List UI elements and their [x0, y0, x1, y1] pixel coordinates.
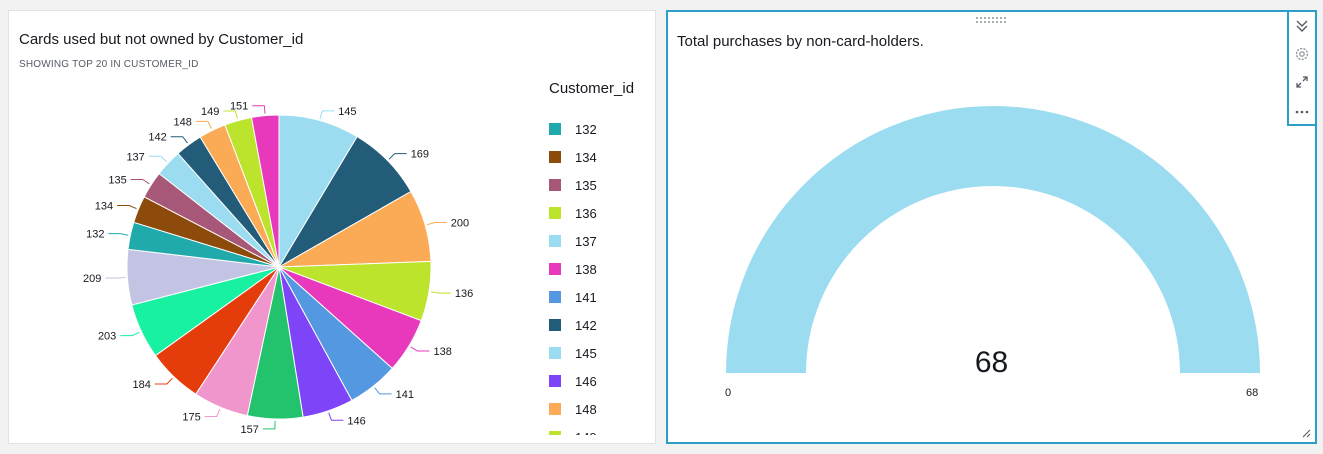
leader-line-132 — [108, 233, 129, 236]
legend-item-145[interactable]: 145 — [549, 339, 649, 367]
settings-button[interactable] — [1289, 40, 1315, 68]
legend-item-138[interactable]: 138 — [549, 255, 649, 283]
legend-item-137[interactable]: 137 — [549, 227, 649, 255]
legend-swatch — [549, 375, 561, 387]
legend-label: 138 — [575, 261, 597, 277]
gauge-min-label: 0 — [725, 387, 732, 399]
leader-line-209 — [105, 277, 126, 279]
legend-swatch — [549, 403, 561, 415]
leader-line-157 — [262, 420, 276, 430]
legend-swatch — [549, 235, 561, 247]
legend-swatch — [549, 179, 561, 191]
slice-label-141: 141 — [396, 389, 414, 401]
leader-line-151 — [252, 105, 266, 114]
legend-swatch — [549, 291, 561, 303]
legend-item-134[interactable]: 134 — [549, 143, 649, 171]
slice-label-151: 151 — [230, 101, 248, 113]
slice-label-135: 135 — [108, 175, 126, 187]
legend-item-136[interactable]: 136 — [549, 199, 649, 227]
legend[interactable]: 132 134 135 136 137 138 141 142 145 146 148 149 — [549, 115, 649, 435]
slice-label-138: 138 — [434, 346, 452, 358]
expand-icon — [1296, 76, 1308, 88]
pie-chart-panel[interactable]: Cards used but not owned by Customer_id … — [8, 10, 656, 444]
legend-label: 135 — [575, 177, 597, 193]
leader-line-141 — [374, 387, 392, 395]
slice-label-169: 169 — [411, 149, 429, 161]
slice-label-184: 184 — [133, 379, 151, 391]
collapse-button[interactable] — [1289, 12, 1315, 40]
legend-label: 142 — [575, 317, 597, 333]
leader-line-135 — [130, 179, 150, 185]
gear-icon — [1295, 47, 1309, 61]
legend-item-132[interactable]: 132 — [549, 115, 649, 143]
legend-item-141[interactable]: 141 — [549, 283, 649, 311]
legend-label: 145 — [575, 345, 597, 361]
gauge-panel[interactable]: Total purchases by non-card-holders. 68 … — [666, 10, 1317, 444]
leader-line-184 — [154, 377, 173, 385]
slice-label-142: 142 — [148, 132, 166, 144]
legend-item-146[interactable]: 146 — [549, 367, 649, 395]
slice-label-203: 203 — [98, 331, 116, 343]
legend-item-142[interactable]: 142 — [549, 311, 649, 339]
legend-label: 134 — [575, 149, 597, 165]
slice-label-157: 157 — [241, 424, 259, 436]
legend-label: 136 — [575, 205, 597, 221]
more-dots-icon — [1295, 110, 1309, 114]
leader-line-203 — [120, 331, 140, 337]
leader-line-138 — [410, 346, 430, 352]
slice-label-134: 134 — [95, 201, 113, 213]
slice-label-175: 175 — [182, 412, 200, 424]
double-chevron-down-icon — [1296, 20, 1308, 32]
visual-toolbar — [1287, 10, 1317, 126]
slice-label-146: 146 — [347, 415, 365, 427]
legend-swatch — [549, 151, 561, 163]
legend-item-135[interactable]: 135 — [549, 171, 649, 199]
legend-swatch — [549, 347, 561, 359]
legend-label: 146 — [575, 373, 597, 389]
slice-label-145: 145 — [338, 106, 356, 118]
legend-label: 132 — [575, 121, 597, 137]
gauge-value: 68 — [974, 346, 1009, 379]
leader-line-175 — [204, 409, 221, 417]
gauge-max-label: 68 — [1246, 387, 1259, 399]
slice-label-209: 209 — [83, 273, 101, 285]
slice-label-136: 136 — [455, 288, 473, 300]
legend-label: 148 — [575, 401, 597, 417]
legend-label: 137 — [575, 233, 597, 249]
leader-line-136 — [430, 291, 451, 294]
slice-label-149: 149 — [201, 106, 219, 118]
leader-line-148 — [195, 120, 212, 129]
more-options-button[interactable] — [1289, 96, 1315, 124]
leader-line-142 — [170, 136, 188, 144]
leader-line-137 — [148, 155, 167, 163]
legend-swatch — [549, 207, 561, 219]
legend-label: 141 — [575, 289, 597, 305]
slice-label-148: 148 — [174, 116, 192, 128]
leader-line-169 — [388, 153, 407, 160]
legend-swatch — [549, 431, 561, 435]
leader-line-134 — [117, 205, 137, 210]
gauge-arc[interactable] — [726, 106, 1260, 373]
legend-swatch — [549, 319, 561, 331]
resize-handle-icon[interactable] — [1301, 428, 1311, 438]
leader-line-145 — [319, 110, 335, 119]
leader-line-200 — [426, 222, 447, 226]
legend-swatch — [549, 123, 561, 135]
expand-button[interactable] — [1289, 68, 1315, 96]
slice-label-132: 132 — [86, 229, 104, 241]
pie-chart[interactable]: 145 169 200 136 138 141 146 157 175 184 203 209 132 1… — [9, 11, 539, 445]
legend-item-149[interactable]: 149 — [549, 423, 649, 435]
leader-line-146 — [328, 412, 344, 421]
legend-item-148[interactable]: 148 — [549, 395, 649, 423]
legend-label: 149 — [575, 430, 597, 436]
slice-label-200: 200 — [451, 218, 469, 230]
legend-swatch — [549, 263, 561, 275]
slice-label-137: 137 — [126, 151, 144, 163]
legend-title: Customer_id — [549, 80, 635, 97]
